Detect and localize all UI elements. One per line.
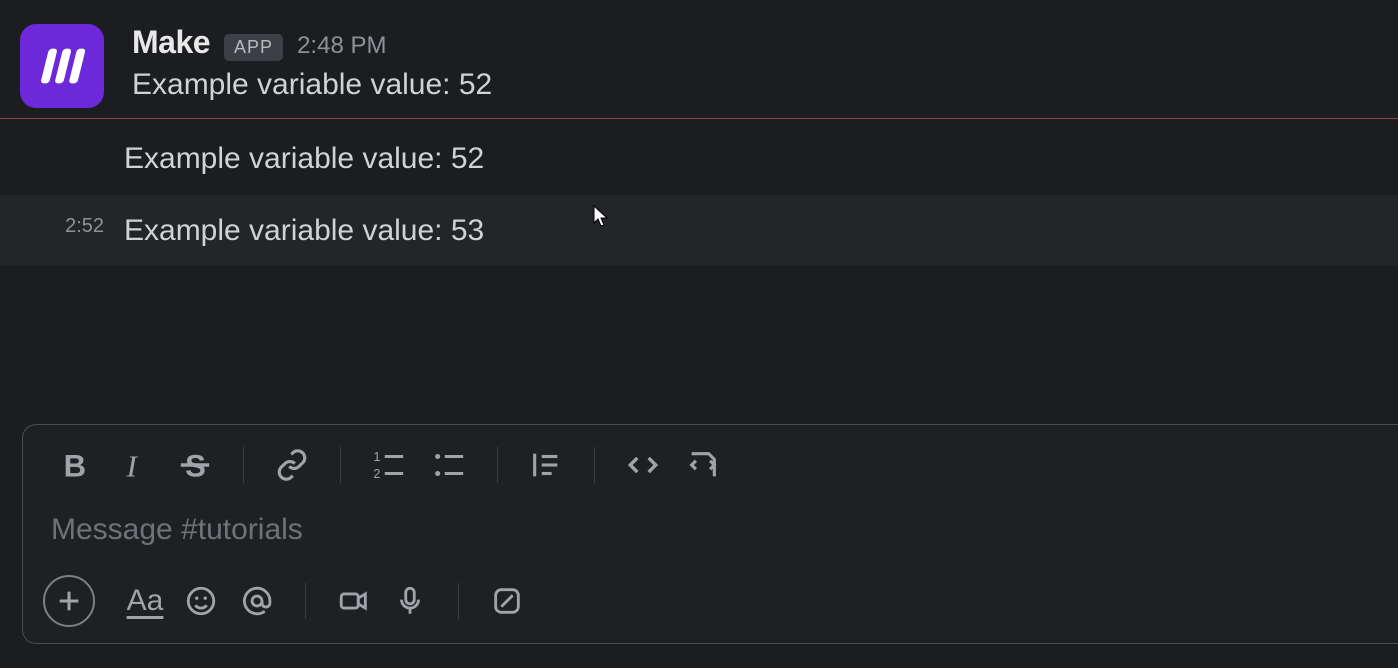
message-row: Make APP 2:48 PM Example variable value:… — [0, 20, 1398, 112]
message-timestamp-hover: 2:52 — [65, 215, 104, 238]
codeblock-button[interactable] — [673, 439, 733, 491]
ordered-list-icon: 1 2 — [372, 448, 406, 482]
toolbar-separator — [243, 447, 244, 483]
message-row[interactable]: 2:52 Example variable value: 53 — [0, 195, 1398, 267]
toolbar-separator — [305, 583, 306, 619]
toolbar-separator — [594, 447, 595, 483]
svg-text:B: B — [64, 448, 87, 482]
message-list: Make APP 2:48 PM Example variable value:… — [0, 0, 1398, 266]
svg-text:1: 1 — [373, 449, 380, 464]
message-main: Example variable value: 52 — [124, 137, 1378, 181]
app-badge: APP — [224, 34, 283, 61]
attach-button[interactable] — [43, 575, 95, 627]
toolbar-separator — [458, 583, 459, 619]
microphone-icon — [393, 584, 427, 618]
link-icon — [275, 448, 309, 482]
strikethrough-icon: S — [178, 448, 212, 482]
mention-button[interactable] — [229, 575, 285, 627]
svg-text:2: 2 — [373, 466, 380, 481]
composer-actions: Aa — [23, 569, 1398, 643]
ordered-list-button[interactable]: 1 2 — [359, 439, 419, 491]
message-input[interactable] — [51, 513, 1376, 547]
message-text: Example variable value: 53 — [124, 209, 1378, 253]
toolbar-separator — [497, 447, 498, 483]
message-row: Example variable value: 52 — [0, 123, 1398, 195]
bold-icon: B — [58, 448, 92, 482]
toggle-format-button[interactable]: Aa — [117, 575, 173, 627]
message-gutter: 2:52 — [20, 209, 124, 238]
blockquote-icon — [529, 448, 563, 482]
italic-icon: I — [118, 448, 152, 482]
microphone-button[interactable] — [382, 575, 438, 627]
shortcut-icon — [490, 584, 524, 618]
message-main: Make APP 2:48 PM Example variable value:… — [132, 24, 1378, 107]
emoji-button[interactable] — [173, 575, 229, 627]
mention-icon — [240, 584, 274, 618]
format-toolbar: B I S 1 2 — [23, 425, 1398, 505]
format-icon: Aa — [127, 584, 164, 618]
message-text: Example variable value: 52 — [124, 137, 1378, 181]
compose-input-row — [23, 505, 1398, 569]
emoji-icon — [184, 584, 218, 618]
message-text: Example variable value: 52 — [132, 63, 1378, 107]
message-timestamp[interactable]: 2:48 PM — [297, 32, 386, 60]
sender-name[interactable]: Make — [132, 24, 210, 61]
message-header: Make APP 2:48 PM — [132, 24, 1378, 61]
blockquote-button[interactable] — [516, 439, 576, 491]
code-button[interactable] — [613, 439, 673, 491]
message-main: Example variable value: 53 — [124, 209, 1378, 253]
bold-button[interactable]: B — [45, 439, 105, 491]
unordered-list-button[interactable] — [419, 439, 479, 491]
toolbar-separator — [340, 447, 341, 483]
new-messages-divider — [0, 118, 1398, 119]
italic-button[interactable]: I — [105, 439, 165, 491]
strikethrough-button[interactable]: S — [165, 439, 225, 491]
shortcuts-button[interactable] — [479, 575, 535, 627]
make-logo-icon — [36, 40, 88, 92]
svg-text:I: I — [126, 448, 139, 482]
message-composer: B I S 1 2 — [22, 424, 1398, 644]
message-gutter — [20, 137, 124, 143]
codeblock-icon — [686, 448, 720, 482]
video-icon — [337, 584, 371, 618]
unordered-list-icon — [432, 448, 466, 482]
code-icon — [626, 448, 660, 482]
link-button[interactable] — [262, 439, 322, 491]
sender-avatar[interactable] — [20, 24, 104, 108]
plus-icon — [55, 587, 83, 615]
video-button[interactable] — [326, 575, 382, 627]
